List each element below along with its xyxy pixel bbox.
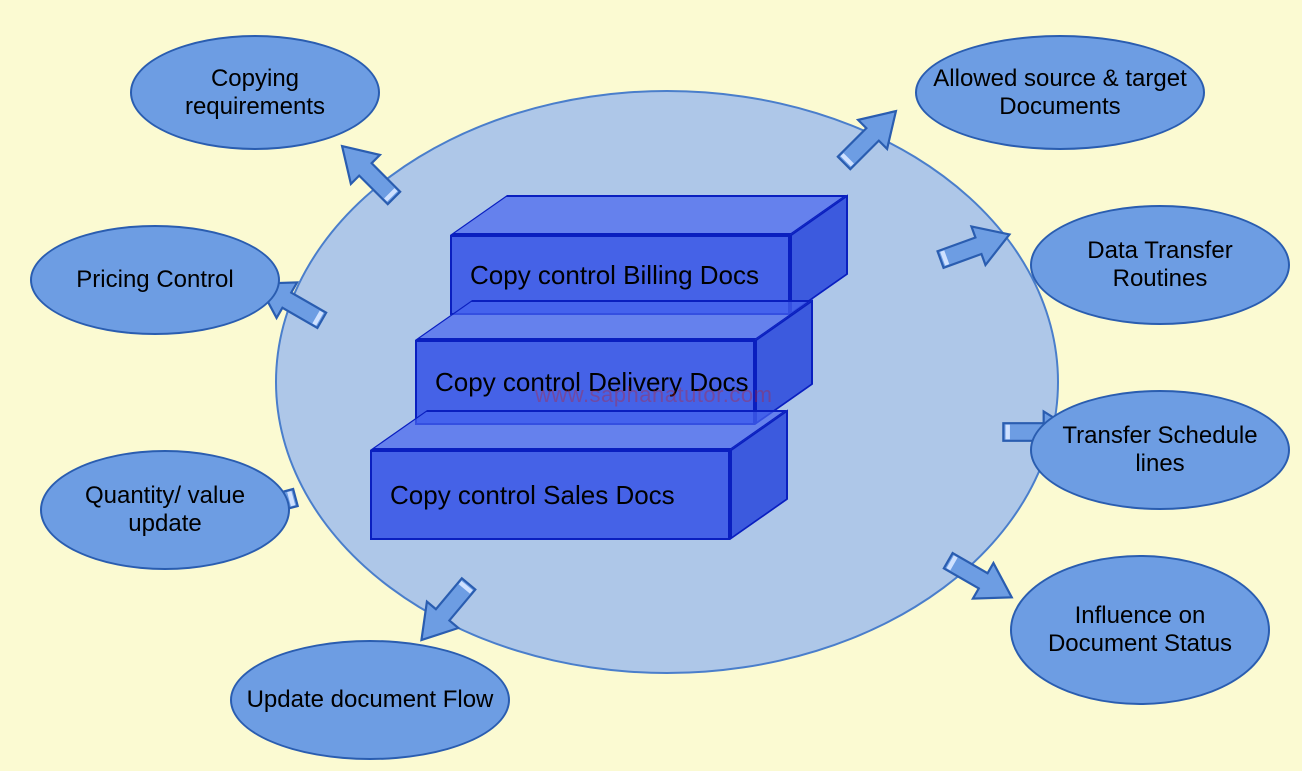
block-front: Copy control Sales Docs xyxy=(370,450,730,540)
block-sales-docs: Copy control Sales Docs xyxy=(370,450,730,540)
block-label: Copy control Billing Docs xyxy=(470,260,759,291)
block-top xyxy=(450,195,847,235)
bubble-label: Influence on Document Status xyxy=(1026,602,1254,657)
bubble-update-document-flow: Update document Flow xyxy=(230,640,510,760)
bubble-data-transfer-routines: Data Transfer Routines xyxy=(1030,205,1290,325)
bubble-copying-requirements: Copying requirements xyxy=(130,35,380,150)
diagram-canvas: Copy control Billing Docs Copy control D… xyxy=(0,0,1302,771)
bubble-label: Data Transfer Routines xyxy=(1046,237,1274,292)
bubble-pricing-control: Pricing Control xyxy=(30,225,280,335)
block-label: Copy control Sales Docs xyxy=(390,480,675,511)
bubble-label: Quantity/ value update xyxy=(56,482,274,537)
bubble-label: Update document Flow xyxy=(247,686,494,714)
bubble-label: Transfer Schedule lines xyxy=(1046,422,1274,477)
bubble-influence-document-status: Influence on Document Status xyxy=(1010,555,1270,705)
block-top xyxy=(370,410,787,450)
block-top xyxy=(415,300,812,340)
bubble-label: Pricing Control xyxy=(76,266,233,294)
bubble-allowed-source-target: Allowed source & target Documents xyxy=(915,35,1205,150)
watermark-text: www.saphanatutor.com xyxy=(535,382,772,408)
bubble-label: Copying requirements xyxy=(146,65,364,120)
bubble-label: Allowed source & target Documents xyxy=(931,65,1189,120)
bubble-quantity-value-update: Quantity/ value update xyxy=(40,450,290,570)
bubble-transfer-schedule-lines: Transfer Schedule lines xyxy=(1030,390,1290,510)
